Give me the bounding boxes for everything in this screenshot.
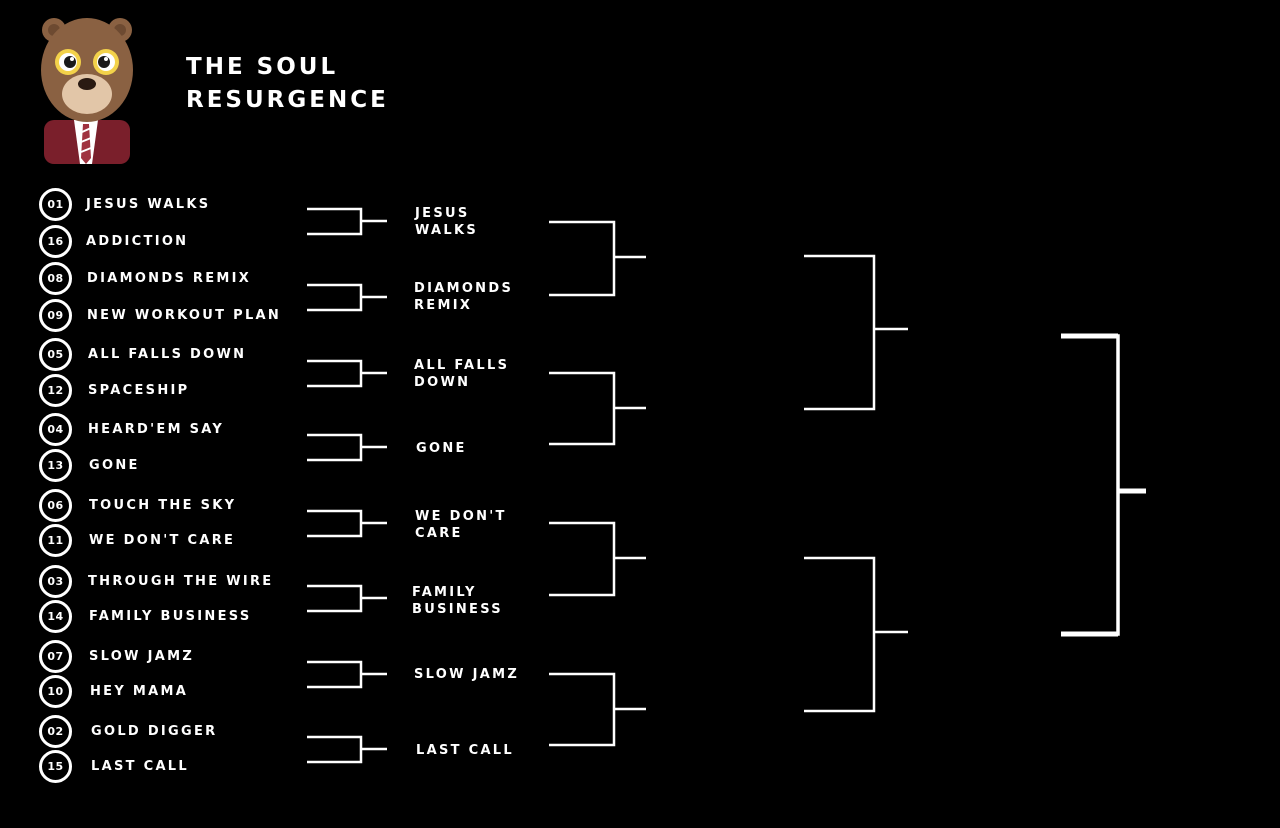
- round1-connector: [307, 283, 387, 312]
- round2-name-line1: LAST CALL: [416, 742, 514, 758]
- round1-connector: [307, 509, 387, 538]
- round3-connector: [804, 556, 908, 713]
- round2-connector: [549, 521, 646, 597]
- round2-name-line1: ALL FALLS: [414, 358, 510, 373]
- round2-entry[interactable]: ALL FALLS DOWN: [414, 357, 534, 391]
- round1-connector: [307, 433, 387, 462]
- round2-name-line1: GONE: [416, 440, 467, 456]
- round1-connector: [307, 584, 387, 613]
- round2-entry[interactable]: SLOW JAMZ: [414, 664, 534, 684]
- round2-connector: [549, 371, 646, 446]
- final-bracket: [1061, 333, 1146, 637]
- round2-name-line1: WE DON'T: [415, 509, 507, 524]
- round2-connector: [549, 672, 646, 747]
- bracket-lines: [307, 207, 1146, 764]
- round2-entry[interactable]: LAST CALL: [416, 740, 536, 760]
- round1-connector: [307, 660, 387, 689]
- round2-entry[interactable]: FAMILY BUSINESS: [412, 584, 532, 618]
- round3-connector: [804, 254, 908, 411]
- round2-name-line1: JESUS WALKS: [415, 206, 479, 238]
- round2-name-line1: DIAMONDS: [414, 281, 514, 296]
- round2-connector: [549, 220, 646, 297]
- round2-entry[interactable]: JESUS WALKS: [415, 206, 535, 238]
- round2-name-line1: FAMILY: [412, 585, 477, 600]
- round1-connector: [307, 207, 387, 236]
- round1-connector: [307, 359, 387, 388]
- round2-name-line2: REMIX: [414, 298, 473, 313]
- round2-entry[interactable]: WE DON'T CARE: [415, 508, 535, 542]
- round1-connector: [307, 735, 387, 764]
- round2-entry[interactable]: DIAMONDS REMIX: [414, 280, 534, 314]
- round2-entry[interactable]: GONE: [416, 438, 536, 458]
- round2-name-line2: DOWN: [414, 375, 471, 390]
- round2-name-line2: BUSINESS: [412, 602, 503, 617]
- round2-name-line2: CARE: [415, 526, 463, 541]
- round2-name-line1: SLOW JAMZ: [414, 666, 520, 682]
